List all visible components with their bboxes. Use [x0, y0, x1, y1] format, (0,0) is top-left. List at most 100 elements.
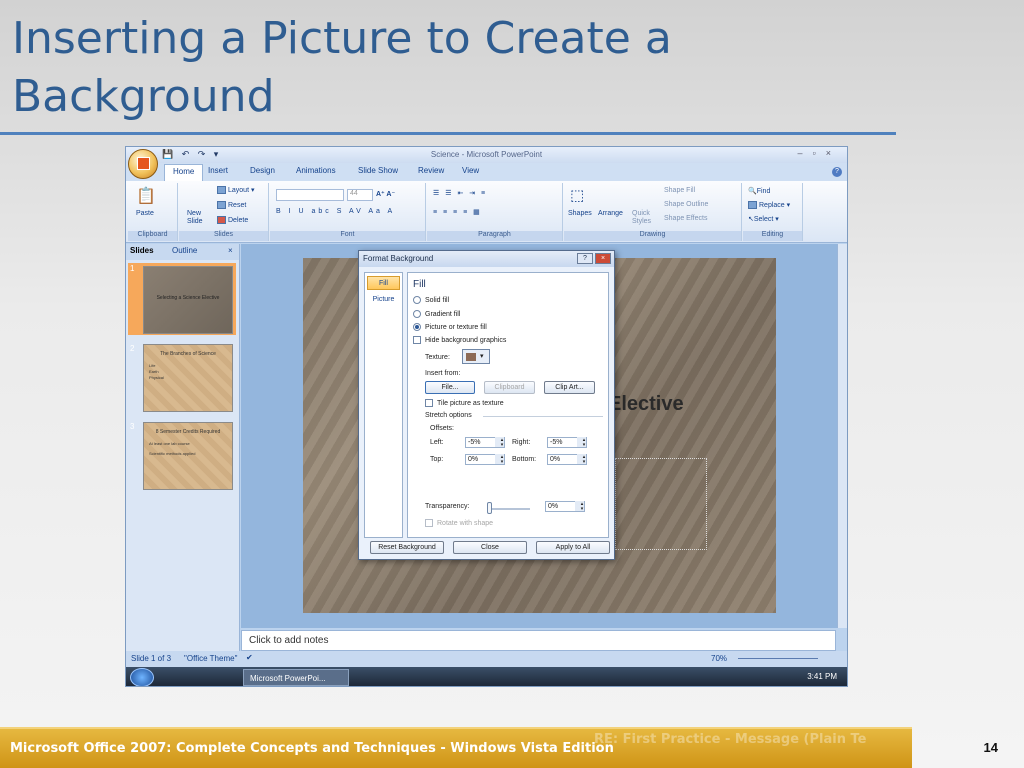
hide-bg-checkbox[interactable]: Hide background graphics [413, 336, 506, 344]
tab-design[interactable]: Design [250, 166, 275, 175]
zoom-level[interactable]: 70% [711, 654, 727, 663]
format-background-dialog: Format Background ? × Fill Picture Fill S… [358, 250, 615, 560]
tab-slide-show[interactable]: Slide Show [358, 166, 398, 175]
zoom-slider[interactable] [738, 658, 818, 659]
grow-font-button[interactable]: A⁺ A⁻ [376, 190, 395, 198]
file-button[interactable]: File... [425, 381, 475, 394]
help-icon[interactable]: ? [577, 253, 593, 264]
shapes-button[interactable]: Shapes [568, 210, 592, 217]
theme-name: "Office Theme" [184, 654, 238, 663]
slides-pane: Slides Outline × 1 Selecting a Science E… [126, 244, 240, 651]
tab-outline[interactable]: Outline [172, 246, 197, 255]
spelling-icon[interactable]: ✔ [246, 653, 253, 662]
help-icon[interactable]: ? [832, 167, 842, 177]
window-title: Science - Microsoft PowerPoint [430, 150, 543, 159]
dialog-title: Format Background [363, 254, 434, 263]
shape-fill-button[interactable]: Shape Fill [664, 187, 695, 194]
reset-button[interactable]: Reset [217, 201, 246, 209]
thumb-title: The Branches of Science [160, 351, 216, 357]
chevron-down-icon: ▾ [480, 353, 484, 360]
checkbox[interactable] [413, 336, 421, 344]
tab-insert[interactable]: Insert [208, 166, 228, 175]
shape-effects-button[interactable]: Shape Effects [664, 215, 707, 222]
ribbon-tabs: Home Insert Design Animations Slide Show… [126, 163, 847, 181]
option-label: Rotate with shape [437, 519, 494, 527]
picture-fill-option[interactable]: Picture or texture fill [413, 323, 487, 331]
editing-label: Editing [743, 231, 802, 241]
shape-outline-button[interactable]: Shape Outline [664, 201, 708, 208]
slide-thumbnail-2[interactable]: The Branches of Science Life Earth Physi… [143, 344, 233, 412]
find-button[interactable]: 🔍Find [748, 187, 770, 195]
delete-button[interactable]: Delete [217, 216, 248, 224]
window-controls[interactable]: –▫× [798, 148, 841, 158]
transparency-input[interactable]: 0% [545, 501, 585, 512]
tab-home[interactable]: Home [164, 164, 204, 181]
left-offset-input[interactable]: -5% [465, 437, 505, 448]
close-pane-icon[interactable]: × [228, 246, 233, 255]
transparency-track[interactable] [490, 508, 530, 510]
nav-fill[interactable]: Fill [367, 276, 400, 290]
footer-ghost-text: RE: First Practice - Message (Plain Te [594, 732, 867, 747]
tile-checkbox[interactable]: Tile picture as texture [425, 399, 504, 407]
replace-button[interactable]: Replace ▾ [748, 201, 790, 210]
texture-label: Texture: [425, 354, 450, 361]
bottom-offset-input[interactable]: 0% [547, 454, 587, 465]
taskbar-item[interactable]: Microsoft PowerPoi... [243, 669, 349, 686]
rotate-checkbox[interactable]: Rotate with shape [425, 519, 493, 527]
apply-to-all-button[interactable]: Apply to All [536, 541, 610, 554]
thumb-title: 8 Semester Credits Required [155, 429, 221, 435]
tab-animations[interactable]: Animations [296, 166, 336, 175]
slide-thumbnail-3[interactable]: 8 Semester Credits Required At least one… [143, 422, 233, 490]
checkbox[interactable] [425, 519, 433, 527]
slide-footer: RE: First Practice - Message (Plain Te M… [0, 727, 912, 768]
paste-button[interactable]: Paste [136, 210, 154, 217]
tab-review[interactable]: Review [418, 166, 444, 175]
clip-art-button[interactable]: Clip Art... [544, 381, 595, 394]
tab-slides[interactable]: Slides [130, 246, 154, 255]
clipboard-button[interactable]: Clipboard [484, 381, 535, 394]
slide-title-text[interactable]: Elective [608, 393, 684, 416]
find-label: Find [756, 188, 771, 195]
thumb-bullet: Earth [149, 369, 159, 374]
quick-styles-button[interactable]: Quick Styles [632, 210, 656, 226]
office-logo-icon [137, 157, 150, 170]
slide-thumbnail-1[interactable]: Selecting a Science Elective [143, 266, 233, 334]
tab-view[interactable]: View [462, 166, 479, 175]
vertical-scrollbar[interactable] [837, 244, 847, 628]
arrange-button[interactable]: Arrange [598, 210, 623, 217]
font-size-box[interactable]: 44 [347, 189, 373, 201]
shapes-icon[interactable]: ⬚ [570, 186, 584, 204]
start-button[interactable] [130, 668, 154, 686]
texture-picker[interactable]: ▾ [462, 349, 490, 364]
new-slide-button[interactable]: New Slide [187, 210, 211, 226]
offsets-label: Offsets: [430, 425, 454, 432]
font-format-buttons[interactable]: B I U abc S AV Aa A [276, 208, 395, 215]
reset-background-button[interactable]: Reset Background [370, 541, 444, 554]
select-button[interactable]: ↖Select ▾ [748, 215, 779, 223]
font-name-box[interactable] [276, 189, 344, 201]
right-offset-input[interactable]: -5% [547, 437, 587, 448]
dialog-footer: Reset Background Close Apply to All [359, 537, 614, 559]
slides-group: New Slide Layout ▾ Reset Delete Slides [179, 183, 269, 241]
radio[interactable] [413, 296, 421, 304]
paste-icon[interactable]: 📋 [136, 186, 156, 206]
align-buttons[interactable]: ≡ ≡ ≡ ≡ ▦ [433, 208, 482, 216]
notes-pane[interactable]: Click to add notes [241, 630, 836, 651]
list-buttons[interactable]: ☰ ☰ ⇤ ⇥ ≡ [433, 189, 487, 197]
layout-button[interactable]: Layout ▾ [217, 186, 255, 195]
close-icon[interactable]: × [595, 253, 611, 264]
checkbox[interactable] [425, 399, 433, 407]
close-button[interactable]: Close [453, 541, 527, 554]
radio[interactable] [413, 310, 421, 318]
layout-icon [217, 186, 226, 195]
drawing-group: ⬚ Shapes Arrange Quick Styles Shape Fill… [564, 183, 742, 241]
solid-fill-option[interactable]: Solid fill [413, 296, 449, 304]
content-placeholder[interactable] [615, 458, 707, 550]
nav-picture[interactable]: Picture [367, 293, 400, 307]
stretch-options-label: Stretch options [425, 412, 472, 419]
top-offset-input[interactable]: 0% [465, 454, 505, 465]
gradient-fill-option[interactable]: Gradient fill [413, 310, 460, 318]
transparency-slider-thumb[interactable] [487, 502, 492, 514]
office-button[interactable] [128, 149, 158, 179]
radio-selected[interactable] [413, 323, 421, 331]
